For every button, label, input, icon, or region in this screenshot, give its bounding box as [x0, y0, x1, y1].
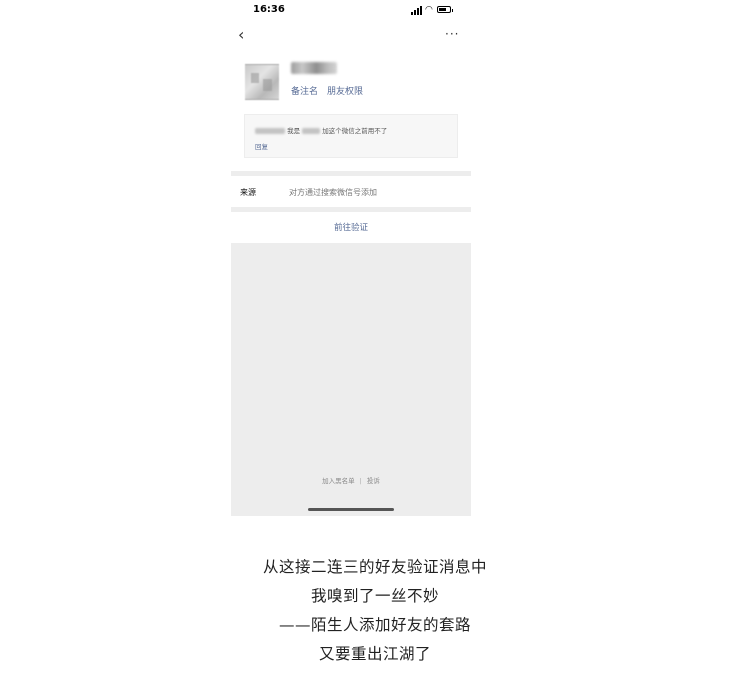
section-divider [231, 207, 471, 212]
nickname-blurred [291, 62, 337, 74]
caption-line: 又要重出江湖了 [318, 645, 431, 663]
blurred-name [302, 128, 321, 134]
contact-links: 备注名 朋友权限 [291, 84, 363, 97]
reply-link[interactable]: 回复 [255, 141, 268, 151]
link-separator: | [359, 477, 362, 485]
avatar[interactable] [245, 64, 279, 100]
bottom-links: 加入黑名单 | 投诉 [231, 475, 471, 485]
section-divider [231, 171, 471, 176]
message-text-part1: 我是 [287, 127, 301, 135]
blurred-name [255, 128, 285, 134]
phone-screenshot: 16:36 ◠ ‹ ··· 备注名 朋友权限 我是 加这个微信之前用不了 回复 来… [231, 0, 471, 516]
wifi-icon: ◠ [425, 5, 433, 15]
caption-line: 我嗅到了一丝不妙 [310, 587, 439, 605]
home-indicator[interactable] [308, 508, 394, 511]
status-icons: ◠ [411, 5, 459, 15]
request-message-text: 我是 加这个微信之前用不了 [255, 125, 387, 135]
remark-name-link[interactable]: 备注名 [291, 87, 318, 97]
complain-link[interactable]: 投诉 [367, 477, 380, 485]
more-icon[interactable]: ··· [445, 28, 465, 42]
status-time: 16:36 [253, 4, 285, 15]
message-text-part2: 加这个微信之前用不了 [322, 127, 388, 135]
add-to-blacklist-link[interactable]: 加入黑名单 [322, 477, 355, 485]
caption-line: 从这接二连三的好友验证消息中 [262, 558, 487, 576]
source-value: 对方通过搜索微信号添加 [289, 188, 377, 197]
back-icon[interactable]: ‹ [238, 25, 254, 45]
caption-line: ——陌生人添加好友的套路 [278, 616, 471, 634]
battery-icon [437, 6, 453, 13]
friend-permission-link[interactable]: 朋友权限 [327, 87, 363, 97]
request-message-box: 我是 加这个微信之前用不了 回复 [244, 114, 458, 158]
go-verify-button[interactable]: 前往验证 [231, 221, 471, 233]
source-label: 来源 [240, 188, 256, 197]
